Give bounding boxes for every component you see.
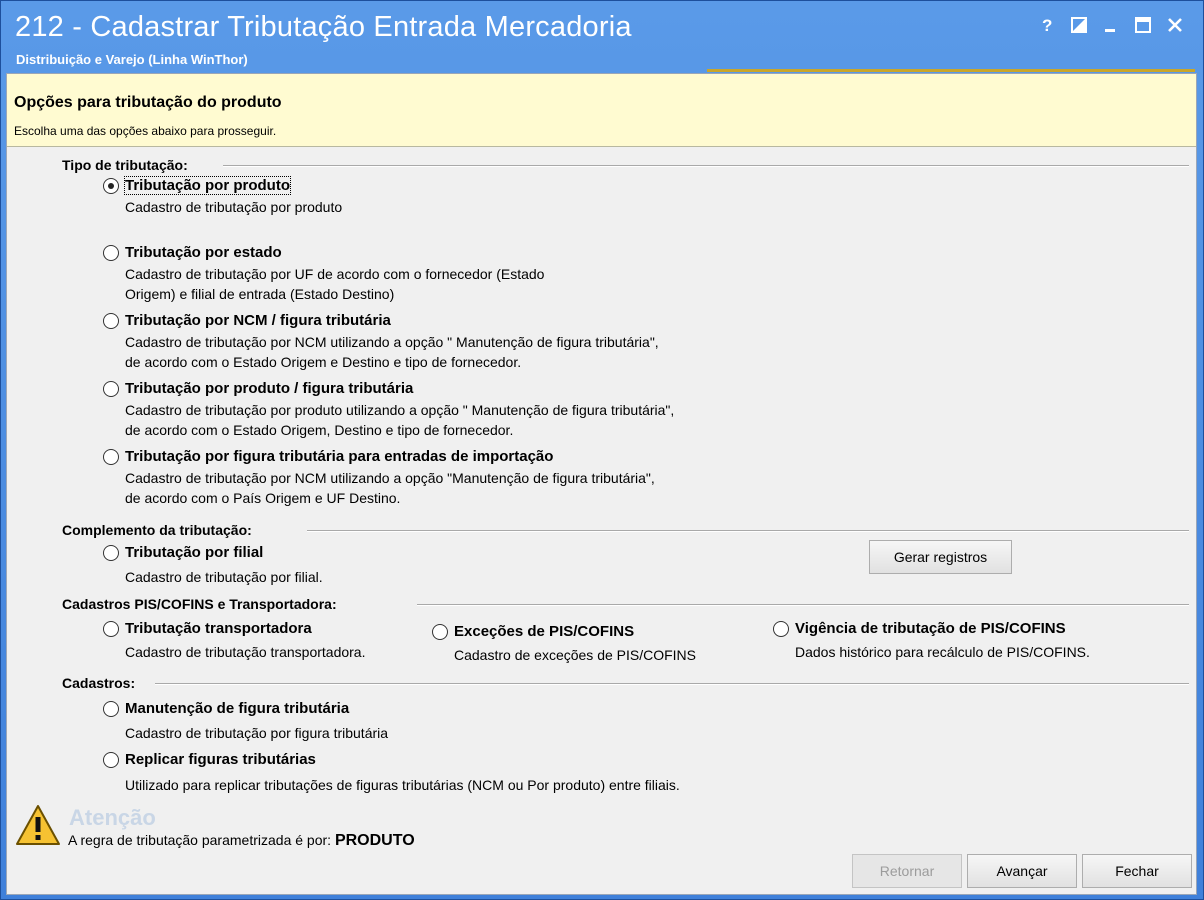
warning-message: A regra de tributação parametrizada é po… (68, 832, 415, 850)
radio-vigencia-pis-cofins[interactable] (773, 621, 789, 637)
title-bar[interactable]: 212 - Cadastrar Tributação Entrada Merca… (1, 1, 1204, 73)
option-description: Cadastro de tributação por figura tribut… (125, 725, 389, 741)
retornar-button[interactable]: Retornar (852, 854, 962, 888)
warning-icon (16, 805, 60, 845)
option-description: Origem) e filial de entrada (Estado Dest… (125, 286, 395, 302)
group-title-cadastros: Cadastros: (62, 675, 142, 691)
group-divider (223, 165, 1189, 167)
help-icon[interactable]: ? (1031, 11, 1063, 39)
option-description: Cadastro de tributação por UF de acordo … (125, 266, 545, 282)
option-description: de acordo com o Estado Origem, Destino e… (125, 422, 514, 438)
option-label: Tributação por estado (125, 244, 282, 261)
option-label: Exceções de PIS/COFINS (454, 623, 635, 640)
option-label: Tributação por NCM / figura tributária (125, 312, 391, 329)
restore-window-icon[interactable] (1063, 11, 1095, 39)
radio-tributacao-importacao[interactable] (103, 449, 119, 465)
wizard-panel: Opções para tributação do produto Escolh… (6, 73, 1197, 895)
group-divider (155, 683, 1189, 685)
warning-value: PRODUTO (334, 832, 415, 849)
option-label: Manutenção de figura tributária (125, 700, 350, 717)
window-subtitle: Distribuição e Varejo (Linha WinThor) (16, 52, 248, 67)
svg-text:?: ? (1042, 17, 1052, 33)
option-description: Cadastro de tributação por NCM utilizand… (125, 470, 655, 486)
group-title-complemento: Complemento da tributação: (62, 522, 258, 538)
option-label: Tributação por figura tributária para en… (125, 448, 554, 465)
radio-manutencao-figura[interactable] (103, 701, 119, 717)
radio-tributacao-por-produto[interactable] (103, 178, 119, 194)
application-window: 212 - Cadastrar Tributação Entrada Merca… (0, 0, 1204, 900)
option-description: Cadastro de tributação por produto utili… (125, 402, 675, 418)
minimize-icon[interactable] (1095, 11, 1127, 39)
avancar-button[interactable]: Avançar (967, 854, 1077, 888)
radio-tributacao-por-produto-figura[interactable] (103, 381, 119, 397)
fechar-button[interactable]: Fechar (1082, 854, 1192, 888)
option-description: Cadastro de tributação por filial. (125, 569, 323, 585)
group-title-tipo: Tipo de tributação: (62, 157, 194, 173)
option-description: Utilizado para replicar tributações de f… (125, 777, 680, 793)
option-label: Tributação por produto / figura tributár… (125, 380, 414, 397)
option-label: Vigência de tributação de PIS/COFINS (795, 620, 1066, 637)
gerar-registros-button[interactable]: Gerar registros (869, 540, 1012, 574)
wizard-header-title: Opções para tributação do produto (14, 94, 282, 111)
option-label: Tributação por produto (124, 176, 291, 195)
option-label: Tributação por filial (125, 544, 264, 561)
warning-title: Atenção (69, 805, 156, 830)
close-icon[interactable] (1159, 11, 1191, 39)
group-divider (417, 604, 1189, 606)
option-label: Replicar figuras tributárias (125, 751, 316, 768)
window-title: 212 - Cadastrar Tributação Entrada Merca… (15, 11, 632, 43)
option-label: Tributação transportadora (125, 620, 312, 637)
option-description: Dados histórico para recálculo de PIS/CO… (795, 644, 1090, 660)
option-description: Cadastro de tributação por produto (125, 199, 343, 215)
option-description: de acordo com o País Origem e UF Destino… (125, 490, 401, 506)
window-controls: ? (1031, 11, 1191, 39)
wizard-header: Opções para tributação do produto Escolh… (7, 74, 1196, 147)
radio-tributacao-por-estado[interactable] (103, 245, 119, 261)
radio-tributacao-por-ncm[interactable] (103, 313, 119, 329)
radio-replicar-figuras[interactable] (103, 752, 119, 768)
radio-excecoes-pis-cofins[interactable] (432, 624, 448, 640)
radio-tributacao-por-filial[interactable] (103, 545, 119, 561)
radio-tributacao-transportadora[interactable] (103, 621, 119, 637)
group-title-pis-cofins: Cadastros PIS/COFINS e Transportadora: (62, 596, 343, 612)
option-description: Cadastro de exceções de PIS/COFINS (454, 647, 696, 663)
warning-text: A regra de tributação parametrizada é po… (68, 832, 335, 848)
option-description: de acordo com o Estado Origem e Destino … (125, 354, 522, 370)
option-description: Cadastro de tributação transportadora. (125, 644, 366, 660)
title-accent-line (707, 69, 1195, 72)
group-divider (307, 530, 1189, 532)
wizard-header-subtitle: Escolha uma das opções abaixo para pross… (14, 124, 277, 138)
maximize-icon[interactable] (1127, 11, 1159, 39)
option-description: Cadastro de tributação por NCM utilizand… (125, 334, 659, 350)
